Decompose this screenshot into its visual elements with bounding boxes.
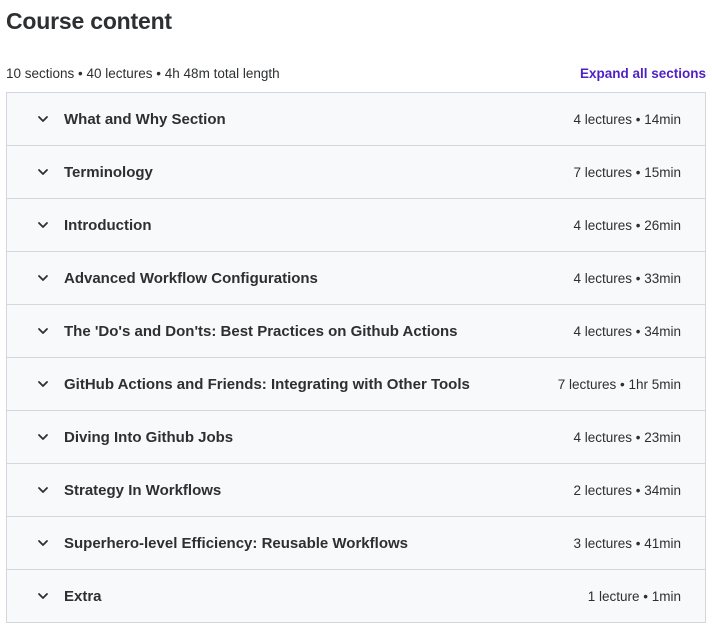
section-row[interactable]: What and Why Section 4 lectures • 14min: [7, 93, 705, 146]
section-meta: 7 lectures • 1hr 5min: [557, 376, 681, 392]
chevron-down-icon: [35, 482, 51, 498]
section-row[interactable]: Diving Into Github Jobs 4 lectures • 23m…: [7, 411, 705, 464]
expand-all-sections-button[interactable]: Expand all sections: [580, 66, 706, 81]
section-title: What and Why Section: [64, 110, 226, 128]
course-sections-list: What and Why Section 4 lectures • 14min …: [6, 92, 706, 623]
section-row[interactable]: Superhero-level Efficiency: Reusable Wor…: [7, 517, 705, 570]
section-title: Strategy In Workflows: [64, 481, 222, 499]
section-row[interactable]: Strategy In Workflows 2 lectures • 34min: [7, 464, 705, 517]
section-title: Introduction: [64, 216, 152, 234]
section-meta: 7 lectures • 15min: [573, 164, 681, 180]
section-title: Superhero-level Efficiency: Reusable Wor…: [64, 534, 408, 552]
section-meta: 1 lecture • 1min: [587, 588, 681, 604]
section-title: Extra: [64, 587, 102, 605]
section-title: Terminology: [64, 163, 153, 181]
chevron-down-icon: [35, 217, 51, 233]
section-title: Diving Into Github Jobs: [64, 428, 234, 446]
course-summary: 10 sections • 40 lectures • 4h 48m total…: [6, 65, 280, 81]
section-row[interactable]: Introduction 4 lectures • 26min: [7, 199, 705, 252]
chevron-down-icon: [35, 270, 51, 286]
chevron-down-icon: [35, 588, 51, 604]
section-meta: 3 lectures • 41min: [573, 535, 681, 551]
section-row[interactable]: GitHub Actions and Friends: Integrating …: [7, 358, 705, 411]
chevron-down-icon: [35, 111, 51, 127]
chevron-down-icon: [35, 429, 51, 445]
chevron-down-icon: [35, 535, 51, 551]
page-title: Course content: [6, 8, 172, 34]
chevron-down-icon: [35, 164, 51, 180]
section-title: Advanced Workflow Configurations: [64, 269, 318, 287]
section-meta: 2 lectures • 34min: [573, 482, 681, 498]
section-meta: 4 lectures • 26min: [573, 217, 681, 233]
section-meta: 4 lectures • 23min: [573, 429, 681, 445]
section-meta: 4 lectures • 14min: [573, 111, 681, 127]
chevron-down-icon: [35, 376, 51, 392]
section-row[interactable]: Advanced Workflow Configurations 4 lectu…: [7, 252, 705, 305]
section-row[interactable]: The 'Do's and Don'ts: Best Practices on …: [7, 305, 705, 358]
chevron-down-icon: [35, 323, 51, 339]
section-meta: 4 lectures • 34min: [573, 323, 681, 339]
course-summary-row: 10 sections • 40 lectures • 4h 48m total…: [6, 64, 706, 82]
section-row[interactable]: Extra 1 lecture • 1min: [7, 570, 705, 623]
section-row[interactable]: Terminology 7 lectures • 15min: [7, 146, 705, 199]
section-title: The 'Do's and Don'ts: Best Practices on …: [64, 322, 458, 340]
section-title: GitHub Actions and Friends: Integrating …: [64, 375, 470, 393]
section-meta: 4 lectures • 33min: [573, 270, 681, 286]
